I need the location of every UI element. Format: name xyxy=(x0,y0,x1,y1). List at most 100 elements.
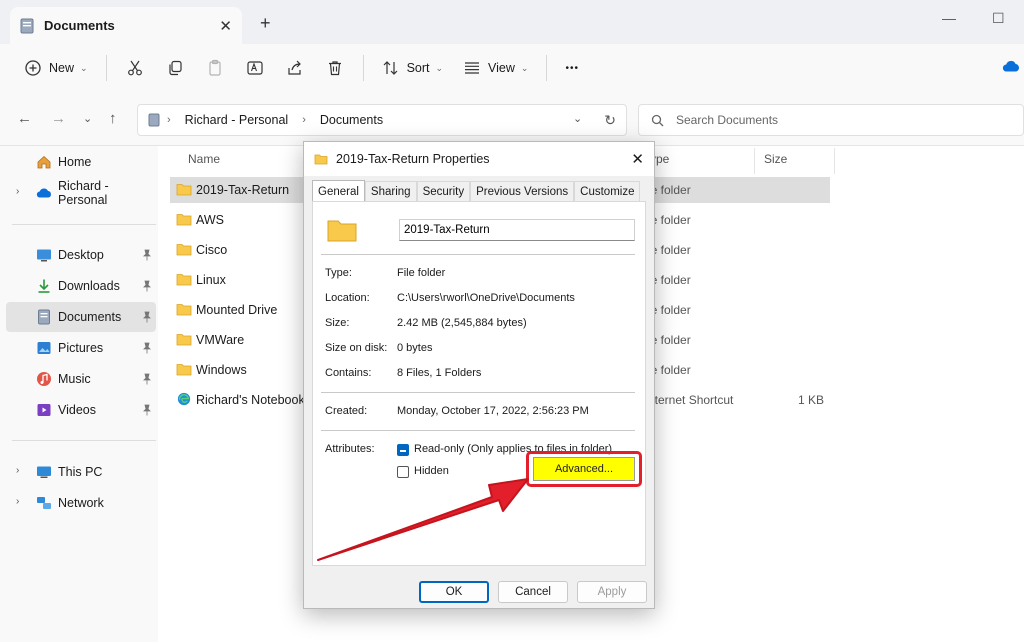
tab-previous-versions[interactable]: Previous Versions xyxy=(470,181,575,202)
navigation-pane: Home › Richard - Personal Desktop Downlo… xyxy=(0,146,158,642)
rename-button[interactable] xyxy=(235,52,275,84)
tab-title: Documents xyxy=(44,18,115,33)
file-type: nternet Shortcut xyxy=(648,393,734,407)
column-header-size[interactable]: Size xyxy=(764,152,787,166)
sidebar-item-pictures[interactable]: Pictures xyxy=(6,333,156,363)
file-name: Mounted Drive xyxy=(196,303,278,317)
folder-icon xyxy=(176,334,192,346)
paste-button[interactable] xyxy=(195,52,235,84)
sidebar-item-network[interactable]: › Network xyxy=(6,488,156,518)
cut-button[interactable] xyxy=(115,52,155,84)
recent-locations-chevron-icon[interactable]: ⌄ xyxy=(83,112,92,125)
refresh-icon[interactable]: ↻ xyxy=(604,112,616,129)
folder-icon xyxy=(314,154,328,165)
column-divider[interactable] xyxy=(834,148,835,174)
ok-button[interactable]: OK xyxy=(419,581,489,603)
videos-icon xyxy=(37,404,51,416)
close-icon[interactable]: ✕ xyxy=(631,150,644,168)
new-tab-icon[interactable]: + xyxy=(260,13,271,34)
sidebar-item-music[interactable]: Music xyxy=(6,364,156,394)
contains-label: Contains: xyxy=(325,367,372,379)
hidden-checkbox[interactable] xyxy=(397,466,409,478)
sidebar-item-this-pc[interactable]: › This PC xyxy=(6,457,156,487)
attributes-label: Attributes: xyxy=(325,443,375,455)
pin-icon[interactable] xyxy=(142,342,152,354)
onedrive-cloud-icon xyxy=(36,188,51,198)
advanced-button[interactable]: Advanced... xyxy=(533,457,635,481)
tab-documents[interactable]: Documents ✕ xyxy=(10,7,242,44)
home-icon xyxy=(37,155,51,169)
pin-icon[interactable] xyxy=(142,249,152,261)
sidebar-item-richard-personal[interactable]: › Richard - Personal xyxy=(6,178,156,208)
sidebar-item-home[interactable]: Home xyxy=(6,147,156,177)
sidebar-item-label: Home xyxy=(58,155,92,169)
desktop-icon xyxy=(37,249,51,262)
onedrive-cloud-icon[interactable] xyxy=(1002,59,1020,73)
breadcrumb-documents[interactable]: Documents xyxy=(320,113,383,127)
view-button[interactable]: View ⌄ xyxy=(453,52,538,84)
tab-sharing[interactable]: Sharing xyxy=(364,181,417,202)
address-bar[interactable]: › Richard - Personal › Documents ⌄ ↻ xyxy=(137,104,627,136)
command-bar: New ⌄ Sort ⌄ View ⌄ ••• xyxy=(0,44,1024,92)
folder-name-input[interactable] xyxy=(399,219,635,241)
view-label: View xyxy=(488,61,515,75)
pin-icon[interactable] xyxy=(142,373,152,385)
tab-close-icon[interactable]: ✕ xyxy=(219,17,232,35)
copy-button[interactable] xyxy=(155,52,195,84)
dialog-title: 2019-Tax-Return Properties xyxy=(336,152,490,166)
trash-icon xyxy=(328,61,341,76)
sidebar-item-videos[interactable]: Videos xyxy=(6,395,156,425)
more-options-button[interactable]: ••• xyxy=(555,52,589,84)
readonly-checkbox[interactable] xyxy=(397,444,409,456)
file-explorer-window: Documents ✕ + — ☐ New ⌄ Sort ⌄ View ⌄ ••… xyxy=(0,0,1024,642)
sidebar-item-downloads[interactable]: Downloads xyxy=(6,271,156,301)
search-box[interactable]: Search Documents xyxy=(638,104,1024,136)
sidebar-item-desktop[interactable]: Desktop xyxy=(6,240,156,270)
divider xyxy=(321,430,635,431)
pin-icon[interactable] xyxy=(142,311,152,323)
pin-icon[interactable] xyxy=(142,280,152,292)
breadcrumb-richard-personal[interactable]: Richard - Personal xyxy=(185,113,289,127)
hidden-label: Hidden xyxy=(414,465,449,477)
folder-icon xyxy=(176,184,192,196)
sidebar-item-documents[interactable]: Documents xyxy=(6,302,156,332)
pin-icon[interactable] xyxy=(142,404,152,416)
forward-arrow-icon[interactable]: → xyxy=(51,110,66,127)
share-icon xyxy=(287,60,301,75)
breadcrumb-separator: › xyxy=(302,114,306,126)
sort-button[interactable]: Sort ⌄ xyxy=(372,52,453,84)
column-divider[interactable] xyxy=(754,148,755,174)
sidebar-item-label: This PC xyxy=(58,465,103,479)
delete-button[interactable] xyxy=(315,52,355,84)
sidebar-item-label: Downloads xyxy=(58,279,120,293)
address-history-chevron-icon[interactable]: ⌄ xyxy=(573,112,582,129)
share-button[interactable] xyxy=(275,52,315,84)
document-icon xyxy=(148,113,160,127)
new-label: New xyxy=(49,61,75,75)
new-button[interactable]: New ⌄ xyxy=(14,52,98,84)
sidebar-item-label: Pictures xyxy=(58,341,104,355)
expand-chevron-icon[interactable]: › xyxy=(16,496,19,507)
sidebar-item-label: Richard - Personal xyxy=(58,179,109,207)
apply-button[interactable]: Apply xyxy=(577,581,647,603)
cancel-button[interactable]: Cancel xyxy=(498,581,568,603)
back-arrow-icon[interactable]: ← xyxy=(17,110,32,127)
more-icon: ••• xyxy=(565,62,579,74)
folder-icon xyxy=(176,304,192,316)
properties-dialog: 2019-Tax-Return Properties ✕ General Sha… xyxy=(303,141,655,609)
maximize-icon[interactable]: ☐ xyxy=(992,10,1005,27)
folder-icon xyxy=(327,220,357,242)
dialog-title-bar[interactable]: 2019-Tax-Return Properties ✕ xyxy=(304,142,654,176)
tab-customize[interactable]: Customize xyxy=(574,181,641,202)
pc-icon xyxy=(37,466,51,478)
dialog-tabs: General Sharing Security Previous Versio… xyxy=(312,180,641,202)
tab-general[interactable]: General xyxy=(312,180,365,202)
rename-icon xyxy=(246,61,263,75)
folder-icon xyxy=(176,244,192,256)
up-arrow-icon[interactable]: ↑ xyxy=(109,110,117,127)
expand-chevron-icon[interactable]: › xyxy=(16,465,19,476)
minimize-icon[interactable]: — xyxy=(942,10,956,26)
expand-chevron-icon[interactable]: › xyxy=(16,186,19,197)
tab-security[interactable]: Security xyxy=(416,181,471,202)
column-header-name[interactable]: Name xyxy=(188,152,220,166)
